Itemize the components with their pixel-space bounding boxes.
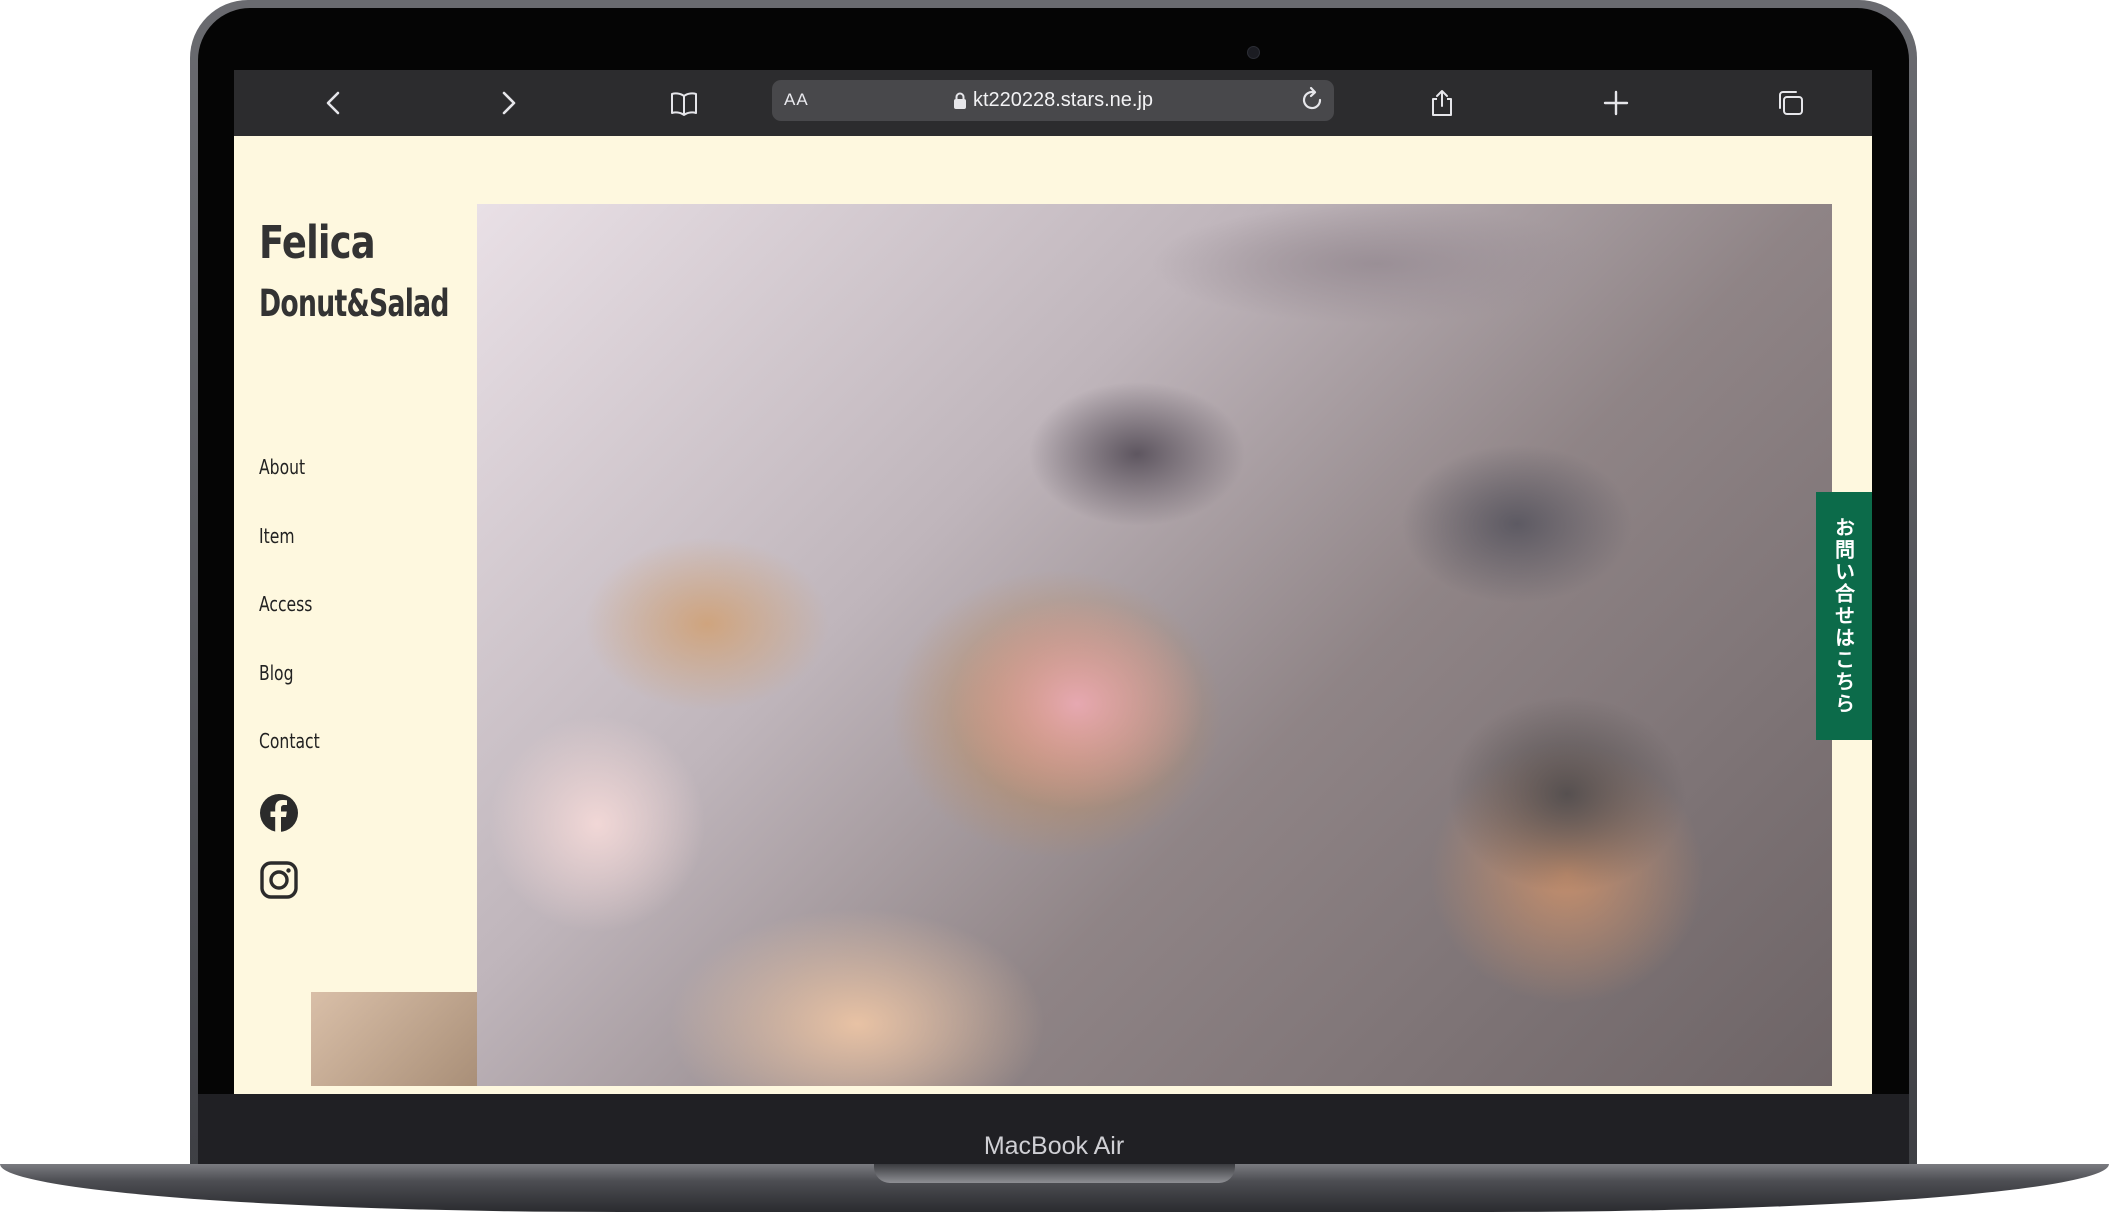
nav-about[interactable]: About (259, 457, 305, 477)
back-button[interactable] (314, 83, 354, 123)
contact-tab-button[interactable]: お問い合せはこちら (1816, 492, 1872, 740)
reload-icon (1302, 86, 1322, 110)
tabs-icon (1779, 91, 1803, 115)
lock-icon (953, 92, 967, 109)
hero-image-strip (311, 992, 477, 1086)
nav-access[interactable]: Access (259, 594, 312, 614)
share-button[interactable] (1422, 83, 1462, 123)
hinge-notch (874, 1164, 1235, 1183)
forward-icon (502, 91, 516, 115)
tabs-button[interactable] (1770, 83, 1810, 123)
browser-screen: AA kt220228.stars.ne.jp Felica Donut&Sal… (234, 70, 1872, 1094)
hero-image-donuts (477, 204, 1832, 1086)
bookmarks-button[interactable] (664, 83, 704, 123)
new-tab-icon (1603, 90, 1629, 116)
bookmarks-icon (671, 92, 697, 116)
nav-item[interactable]: Item (259, 526, 295, 546)
contact-tab-label: お問い合せはこちら (1831, 517, 1856, 715)
site-logo-title[interactable]: Felica (259, 220, 376, 265)
site-logo-subtitle[interactable]: Donut&Salad (259, 285, 449, 322)
forward-button[interactable] (488, 83, 528, 123)
reload-button[interactable] (1298, 86, 1326, 114)
back-icon (326, 91, 340, 115)
instagram-link[interactable] (259, 860, 299, 900)
instagram-icon (260, 861, 298, 899)
nav-blog[interactable]: Blog (259, 663, 293, 683)
model-label: MacBook Air (983, 1132, 1125, 1160)
new-tab-button[interactable] (1596, 83, 1636, 123)
address-bar[interactable]: AA kt220228.stars.ne.jp (772, 80, 1334, 121)
nav-contact[interactable]: Contact (259, 731, 320, 751)
webcam (1247, 46, 1260, 59)
share-icon (1432, 90, 1452, 116)
browser-toolbar: AA kt220228.stars.ne.jp (234, 70, 1872, 136)
facebook-link[interactable] (259, 793, 299, 833)
url-text: kt220228.stars.ne.jp (972, 89, 1154, 111)
facebook-icon (260, 794, 298, 832)
